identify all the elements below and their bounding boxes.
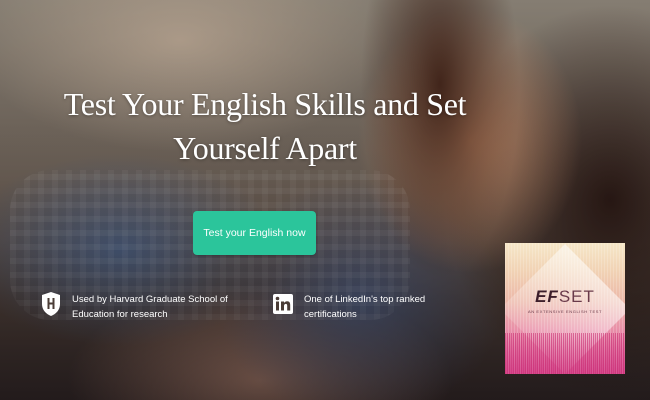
efset-badge-stripes xyxy=(505,333,625,374)
feature-linkedin-line1: One of LinkedIn's top ranked xyxy=(304,294,426,305)
feature-harvard: Used by Harvard Graduate School of Educa… xyxy=(40,290,240,322)
hero-headline: Test Your English Skills and Set Yoursel… xyxy=(40,82,490,170)
feature-linkedin: One of LinkedIn's top ranked certificati… xyxy=(272,290,432,322)
feature-harvard-text: Used by Harvard Graduate School of Educa… xyxy=(72,290,228,322)
linkedin-icon xyxy=(272,290,294,318)
feature-linkedin-line2: certifications xyxy=(304,309,357,320)
efset-badge: EFSET AN EXTENSIVE ENGLISH TEST xyxy=(505,243,625,374)
efset-tagline: AN EXTENSIVE ENGLISH TEST xyxy=(527,309,603,314)
test-english-button[interactable]: Test your English now xyxy=(193,211,316,255)
feature-harvard-line2: Education for research xyxy=(72,309,168,320)
feature-harvard-line1: Used by Harvard Graduate School of xyxy=(72,294,228,305)
harvard-shield-icon xyxy=(40,290,62,318)
feature-linkedin-text: One of LinkedIn's top ranked certificati… xyxy=(304,290,425,322)
hero-headline-line2: Yourself Apart xyxy=(173,130,357,166)
efset-logo: EFSET xyxy=(505,287,625,307)
efset-logo-ef: EF xyxy=(535,287,559,306)
hero-headline-line1: Test Your English Skills and Set xyxy=(63,86,467,122)
efset-logo-set: SET xyxy=(558,287,595,306)
